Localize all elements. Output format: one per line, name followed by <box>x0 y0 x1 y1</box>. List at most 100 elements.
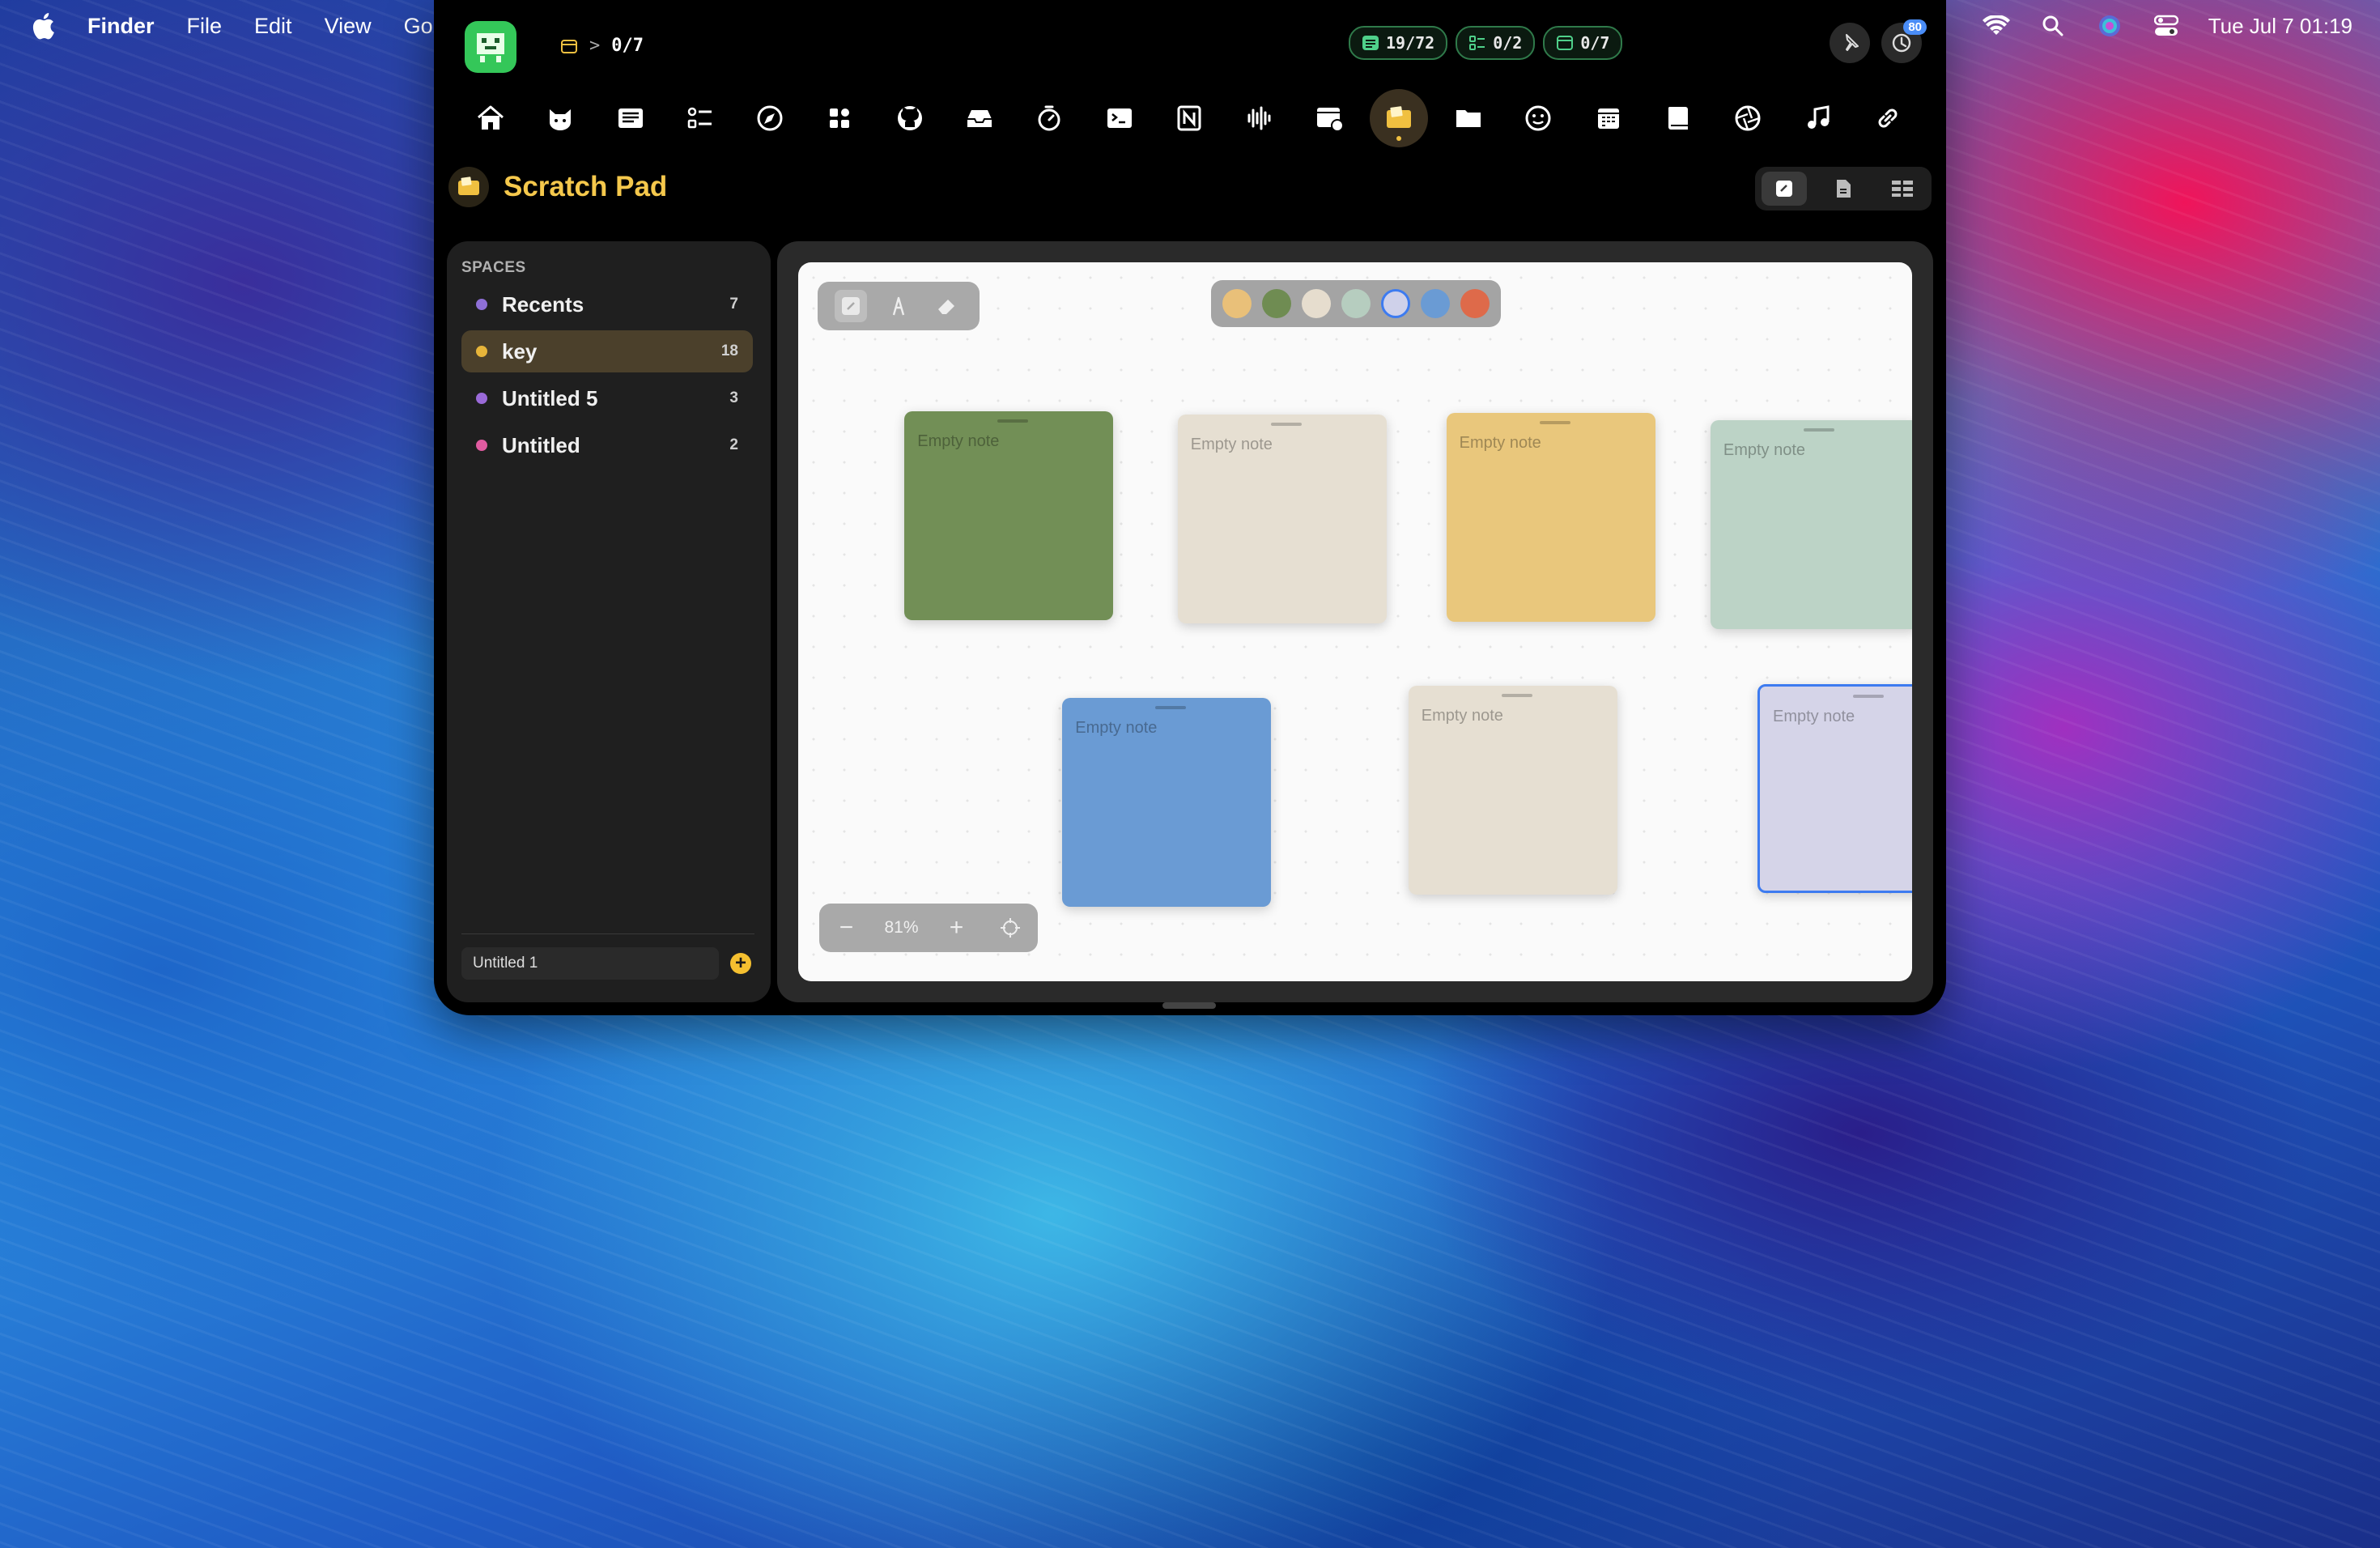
note-tool-button[interactable] <box>835 290 868 322</box>
inbox-icon[interactable] <box>950 89 1009 147</box>
counter-tasks[interactable]: 19/72 <box>1349 26 1448 60</box>
canvas-view-button[interactable] <box>1762 172 1808 206</box>
counters-group: 19/72 0/2 0/7 <box>1349 26 1623 60</box>
counter-checklist[interactable]: 0/2 <box>1456 26 1536 60</box>
sticky-note[interactable]: Empty note <box>1177 414 1387 623</box>
menu-go[interactable]: Go <box>404 14 433 39</box>
aperture-icon[interactable] <box>1719 89 1777 147</box>
app-logo-icon[interactable] <box>465 21 516 73</box>
color-swatch[interactable] <box>1302 289 1331 318</box>
audio-waveform-icon[interactable] <box>1230 89 1288 147</box>
siri-icon[interactable] <box>2095 11 2124 40</box>
note-text[interactable]: Empty note <box>1191 436 1273 454</box>
space-color-dot <box>476 440 487 451</box>
sticky-note[interactable]: Empty note <box>1710 420 1912 629</box>
smiley-icon[interactable] <box>1509 89 1567 147</box>
note-drag-handle[interactable] <box>1539 420 1570 424</box>
color-swatch[interactable] <box>1381 289 1410 318</box>
note-text[interactable]: Empty note <box>1075 719 1157 738</box>
pin-button[interactable] <box>1830 23 1870 63</box>
history-button[interactable]: 80 <box>1881 19 1927 63</box>
calendar-icon <box>561 39 577 53</box>
zoom-in-button[interactable]: + <box>940 912 972 944</box>
spotlight-search-icon[interactable] <box>2038 11 2068 40</box>
grid-view-button[interactable] <box>1880 172 1925 206</box>
app-window: > 0/7 19/72 0/2 0/7 80 Scratch Pad SPACE… <box>434 0 1946 1015</box>
news-icon[interactable] <box>601 89 660 147</box>
scratch-canvas[interactable]: Empty note Empty note Empty note Empty note… <box>798 262 1912 981</box>
pin-icon <box>1846 34 1859 51</box>
apple-icon[interactable] <box>31 12 55 40</box>
pen-tool-button[interactable] <box>882 290 915 322</box>
sticky-note[interactable]: Empty note <box>904 410 1114 620</box>
app-menu-finder[interactable]: Finder <box>87 14 155 39</box>
menu-file[interactable]: File <box>187 14 223 39</box>
note-drag-handle[interactable] <box>1803 428 1834 432</box>
new-space-input[interactable] <box>461 947 719 980</box>
checklist-icon[interactable] <box>671 89 729 147</box>
counter-checklist-value: 0/2 <box>1493 33 1523 53</box>
scratch-pad-icon[interactable] <box>1369 89 1428 147</box>
note-text[interactable]: Empty note <box>1773 708 1855 726</box>
cat-icon[interactable] <box>531 89 589 147</box>
sidebar-item-label: Recents <box>502 291 584 317</box>
sticky-note[interactable]: Empty note <box>1062 698 1272 908</box>
sticky-note[interactable]: Empty note <box>1757 684 1912 894</box>
music-note-icon[interactable] <box>1789 89 1847 147</box>
sidebar-item-recents[interactable]: Recents 7 <box>461 283 753 325</box>
note-text[interactable]: Empty note <box>1422 707 1503 725</box>
zoom-out-button[interactable]: − <box>830 912 862 944</box>
breadcrumb-progress[interactable]: 0/7 <box>611 36 644 56</box>
color-swatch[interactable] <box>1421 289 1450 318</box>
widgets-icon[interactable] <box>810 89 869 147</box>
color-swatch[interactable] <box>1341 289 1371 318</box>
eraser-tool-button[interactable] <box>930 290 963 322</box>
color-palette <box>1211 280 1501 327</box>
link-icon[interactable] <box>1859 89 1917 147</box>
note-drag-handle[interactable] <box>1155 706 1187 710</box>
notion-icon[interactable] <box>1160 89 1218 147</box>
calendar-icon[interactable] <box>1579 89 1638 147</box>
calendar-badge-icon[interactable] <box>1300 89 1358 147</box>
color-swatch[interactable] <box>1460 289 1490 318</box>
counter-calendar[interactable]: 0/7 <box>1543 26 1623 60</box>
scratch-pad-icon <box>448 167 489 207</box>
sticky-note[interactable]: Empty note <box>1408 686 1617 895</box>
note-text[interactable]: Empty note <box>1460 434 1541 453</box>
note-drag-handle[interactable] <box>1853 695 1884 699</box>
color-swatch[interactable] <box>1262 289 1291 318</box>
add-space-button[interactable]: + <box>730 953 751 974</box>
sidebar-item-key[interactable]: key 18 <box>461 330 753 372</box>
note-text[interactable]: Empty note <box>1723 441 1805 460</box>
note-drag-handle[interactable] <box>1270 422 1302 426</box>
history-badge: 80 <box>1903 19 1927 35</box>
sticky-note[interactable]: Empty note <box>1446 412 1655 622</box>
timer-icon[interactable] <box>1020 89 1078 147</box>
color-swatch[interactable] <box>1222 289 1252 318</box>
note-text[interactable]: Empty note <box>917 432 999 451</box>
sidebar-item-untitled[interactable]: Untitled 2 <box>461 424 753 466</box>
home-icon[interactable] <box>461 89 520 147</box>
control-center-icon[interactable] <box>2152 11 2181 40</box>
compass-icon[interactable] <box>741 89 799 147</box>
recenter-button[interactable] <box>994 912 1026 944</box>
note-drag-handle[interactable] <box>997 419 1029 423</box>
sidebar-item-count: 7 <box>729 296 738 313</box>
list-icon <box>1362 36 1379 50</box>
sidebar-item-count: 3 <box>729 389 738 406</box>
view-mode-toggle <box>1755 167 1932 211</box>
note-drag-handle[interactable] <box>1501 694 1532 698</box>
document-view-button[interactable] <box>1821 172 1866 206</box>
folder-icon[interactable] <box>1439 89 1498 147</box>
menu-view[interactable]: View <box>325 14 372 39</box>
menu-edit[interactable]: Edit <box>254 14 292 39</box>
window-resize-handle[interactable] <box>1162 1002 1216 1009</box>
terminal-icon[interactable] <box>1090 89 1149 147</box>
book-icon[interactable] <box>1649 89 1707 147</box>
menubar-clock[interactable]: Tue Jul 7 01:19 <box>2208 14 2352 39</box>
sidebar-item-untitled-5[interactable]: Untitled 5 3 <box>461 377 753 419</box>
zoom-level[interactable]: 81% <box>884 918 918 938</box>
wifi-icon[interactable] <box>1982 11 2011 40</box>
github-icon[interactable] <box>881 89 939 147</box>
calendar-icon <box>1557 36 1574 50</box>
